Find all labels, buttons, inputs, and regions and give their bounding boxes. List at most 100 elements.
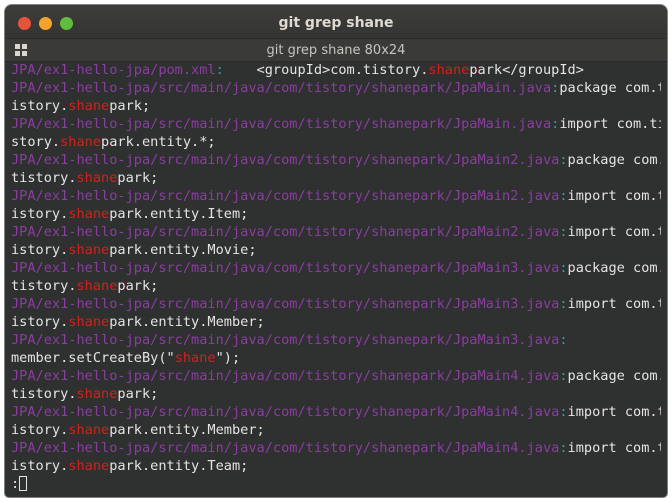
terminal-line: istory.shanepark.entity.Item; (11, 205, 661, 223)
grep-line-text: park</groupId> (469, 62, 584, 78)
grep-line-text: package com. (567, 368, 661, 384)
grep-line-text: park; (117, 278, 159, 294)
grep-match: shane (76, 278, 118, 294)
grep-match: shane (76, 386, 118, 402)
grep-separator: : (559, 332, 568, 348)
terminal-line: JPA/ex1-hello-jpa/src/main/java/com/tist… (11, 295, 661, 313)
grep-filename: JPA/ex1-hello-jpa/src/main/java/com/tist… (11, 332, 560, 348)
grep-match: shane (68, 314, 110, 330)
grep-filename: JPA/ex1-hello-jpa/src/main/java/com/tist… (11, 368, 560, 384)
grep-separator: : (559, 152, 568, 168)
grep-line-text: istory. (11, 98, 69, 114)
terminal-line: member.setCreateBy("shane"); (11, 349, 661, 367)
grep-line-text: import com.t (567, 224, 661, 240)
window-title: git grep shane (278, 15, 394, 31)
grep-line-text: istory. (11, 206, 69, 222)
grep-line-text: tistory. (11, 170, 77, 186)
terminal-line: istory.shanepark.entity.Team; (11, 457, 661, 475)
pager-prompt: : (11, 476, 20, 492)
grep-match: shane (68, 458, 110, 474)
terminal-line: istory.shanepark.entity.Member; (11, 313, 661, 331)
grep-match: shane (68, 242, 110, 258)
grep-separator: : (559, 188, 568, 204)
grep-separator: : (559, 260, 568, 276)
grep-filename: JPA/ex1-hello-jpa/src/main/java/com/tist… (11, 404, 560, 420)
terminal-line: istory.shanepark.entity.Member; (11, 421, 661, 439)
grep-line-text: "); (215, 350, 241, 366)
tab-bar: git grep shane 80x24 (5, 38, 667, 62)
grep-line-text: story. (11, 134, 61, 150)
grep-separator: : (559, 296, 568, 312)
grep-filename: JPA/ex1-hello-jpa/src/main/java/com/tist… (11, 152, 560, 168)
terminal-line: JPA/ex1-hello-jpa/src/main/java/com/tist… (11, 187, 661, 205)
terminal-window: git grep shane git grep shane 80x24 JPA/… (5, 5, 667, 497)
terminal-line: tistory.shanepark; (11, 169, 661, 187)
grep-match: shane (428, 62, 470, 78)
terminal-line: JPA/ex1-hello-jpa/src/main/java/com/tist… (11, 403, 661, 421)
grep-match: shane (76, 170, 118, 186)
grep-line-text: park.entity.Member; (109, 422, 265, 438)
terminal-line: JPA/ex1-hello-jpa/src/main/java/com/tist… (11, 79, 661, 97)
grep-line-text: park; (117, 170, 159, 186)
grep-filename: JPA/ex1-hello-jpa/src/main/java/com/tist… (11, 440, 560, 456)
grep-line-text: import com.t (567, 296, 661, 312)
grep-match: shane (60, 134, 102, 150)
grep-line-text: istory. (11, 314, 69, 330)
grep-line-text: import com.t (567, 188, 661, 204)
grep-line-text: istory. (11, 242, 69, 258)
grep-line-text: import com.ti (559, 116, 661, 132)
terminal-line: JPA/ex1-hello-jpa/src/main/java/com/tist… (11, 151, 661, 169)
grep-line-text: package com.t (559, 80, 661, 96)
grep-separator: : (559, 224, 568, 240)
grep-line-text: park; (109, 98, 151, 114)
grep-match: shane (68, 206, 110, 222)
grep-filename: JPA/ex1-hello-jpa/src/main/java/com/tist… (11, 260, 560, 276)
terminal-line: JPA/ex1-hello-jpa/src/main/java/com/tist… (11, 115, 661, 133)
grep-line-text: tistory. (11, 278, 77, 294)
grep-line-text: park.entity.Team; (109, 458, 249, 474)
grep-line-text: package com. (567, 152, 661, 168)
grep-line-text: istory. (11, 422, 69, 438)
grep-line-text: member.setCreateBy(" (11, 350, 175, 366)
terminal-line: story.shanepark.entity.*; (11, 133, 661, 151)
grep-match: shane (68, 422, 110, 438)
grep-filename: JPA/ex1-hello-jpa/src/main/java/com/tist… (11, 224, 560, 240)
grep-separator: : (559, 440, 568, 456)
terminal-line: istory.shanepark.entity.Movie; (11, 241, 661, 259)
grep-line-text: <groupId>com.tistory. (223, 62, 429, 78)
tab-title[interactable]: git grep shane 80x24 (5, 39, 667, 61)
terminal-line: JPA/ex1-hello-jpa/src/main/java/com/tist… (11, 439, 661, 457)
pager-prompt-line[interactable]: : (11, 475, 661, 493)
text-cursor (19, 476, 28, 491)
terminal-line: JPA/ex1-hello-jpa/src/main/java/com/tist… (11, 223, 661, 241)
grep-filename: JPA/ex1-hello-jpa/src/main/java/com/tist… (11, 296, 560, 312)
grep-line-text: park; (117, 386, 159, 402)
grep-line-text: import com.t (567, 440, 661, 456)
grep-filename: JPA/ex1-hello-jpa/src/main/java/com/tist… (11, 188, 560, 204)
grep-filename: JPA/ex1-hello-jpa/src/main/java/com/tist… (11, 80, 552, 96)
terminal-line: JPA/ex1-hello-jpa/src/main/java/com/tist… (11, 259, 661, 277)
grep-line-text: istory. (11, 458, 69, 474)
terminal-line: JPA/ex1-hello-jpa/src/main/java/com/tist… (11, 331, 661, 349)
grep-line-text: import com.t (567, 404, 661, 420)
grep-filename: JPA/ex1-hello-jpa/pom.xml (11, 62, 216, 78)
grep-separator: : (559, 368, 568, 384)
terminal-line: tistory.shanepark; (11, 385, 661, 403)
grep-line-text: tistory. (11, 386, 77, 402)
grep-line-text: park.entity.Movie; (109, 242, 257, 258)
grep-filename: JPA/ex1-hello-jpa/src/main/java/com/tist… (11, 116, 552, 132)
grep-line-text: park.entity.Item; (109, 206, 249, 222)
terminal-line: JPA/ex1-hello-jpa/src/main/java/com/tist… (11, 367, 661, 385)
grep-match: shane (174, 350, 216, 366)
terminal-output[interactable]: JPA/ex1-hello-jpa/pom.xml: <groupId>com.… (11, 61, 661, 495)
terminal-line: tistory.shanepark; (11, 277, 661, 295)
grep-separator: : (215, 62, 224, 78)
grep-match: shane (68, 98, 110, 114)
terminal-line: JPA/ex1-hello-jpa/pom.xml: <groupId>com.… (11, 61, 661, 79)
grep-line-text: park.entity.*; (101, 134, 216, 150)
title-bar[interactable]: git grep shane (5, 5, 667, 38)
terminal-line: istory.shanepark; (11, 97, 661, 115)
grep-separator: : (559, 404, 568, 420)
grep-line-text: package com. (567, 260, 661, 276)
grep-line-text: park.entity.Member; (109, 314, 265, 330)
